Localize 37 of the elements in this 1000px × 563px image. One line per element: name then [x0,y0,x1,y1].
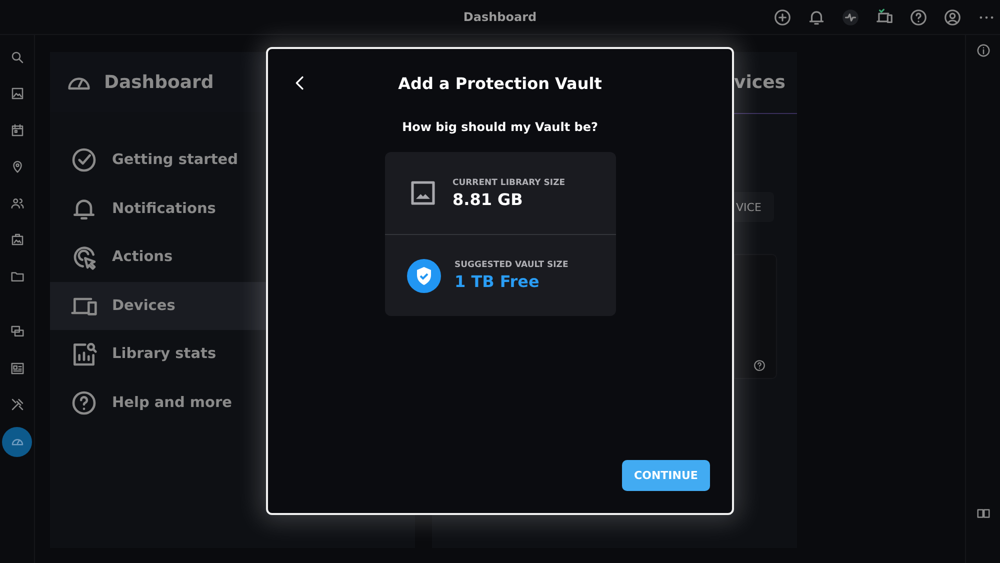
nav-item[interactable]: Getting started [50,136,415,184]
add-device-button[interactable]: VICE [734,192,774,222]
size-label: SUGGESTED VAULT SIZE [454,260,568,270]
panel-title: vices [734,72,786,93]
help-icon [70,388,98,417]
image-icon [10,86,24,102]
check-circle-icon [70,146,98,174]
nav-item[interactable]: Help and more [50,378,415,427]
dialog-title: Add a Protection Vault [398,74,602,92]
folder-icon [10,269,24,284]
nav-item[interactable]: Notifications [50,184,415,233]
rail-item[interactable] [2,426,32,457]
tools-icon [10,397,24,412]
add-icon[interactable] [773,8,792,27]
panel-title: Dashboard [104,72,214,92]
size-value: 1 TB Free [454,272,540,291]
nav-item[interactable]: Actions [50,233,415,282]
size-value: 8.81 GB [452,190,524,208]
help-icon[interactable] [753,359,766,372]
card-icon [10,360,24,376]
account-icon[interactable] [943,8,962,27]
help-icon[interactable] [909,8,928,27]
activity-icon[interactable] [841,8,860,27]
book-icon[interactable] [976,506,990,521]
slides-icon [10,324,24,340]
info-icon[interactable] [976,43,990,58]
app-title: Dashboard [463,10,537,24]
dialog-question: How big should my Vault be? [402,120,598,134]
shield-check-icon [406,258,440,292]
calendar-icon [10,122,24,138]
nav-item[interactable]: Library stats [50,330,415,378]
image-icon [408,179,436,207]
briefcase-icon [10,232,24,248]
size-label: CURRENT LIBRARY SIZE [452,178,566,188]
bell-icon[interactable] [807,8,826,27]
people-icon [10,196,24,211]
search-icon [10,50,24,64]
